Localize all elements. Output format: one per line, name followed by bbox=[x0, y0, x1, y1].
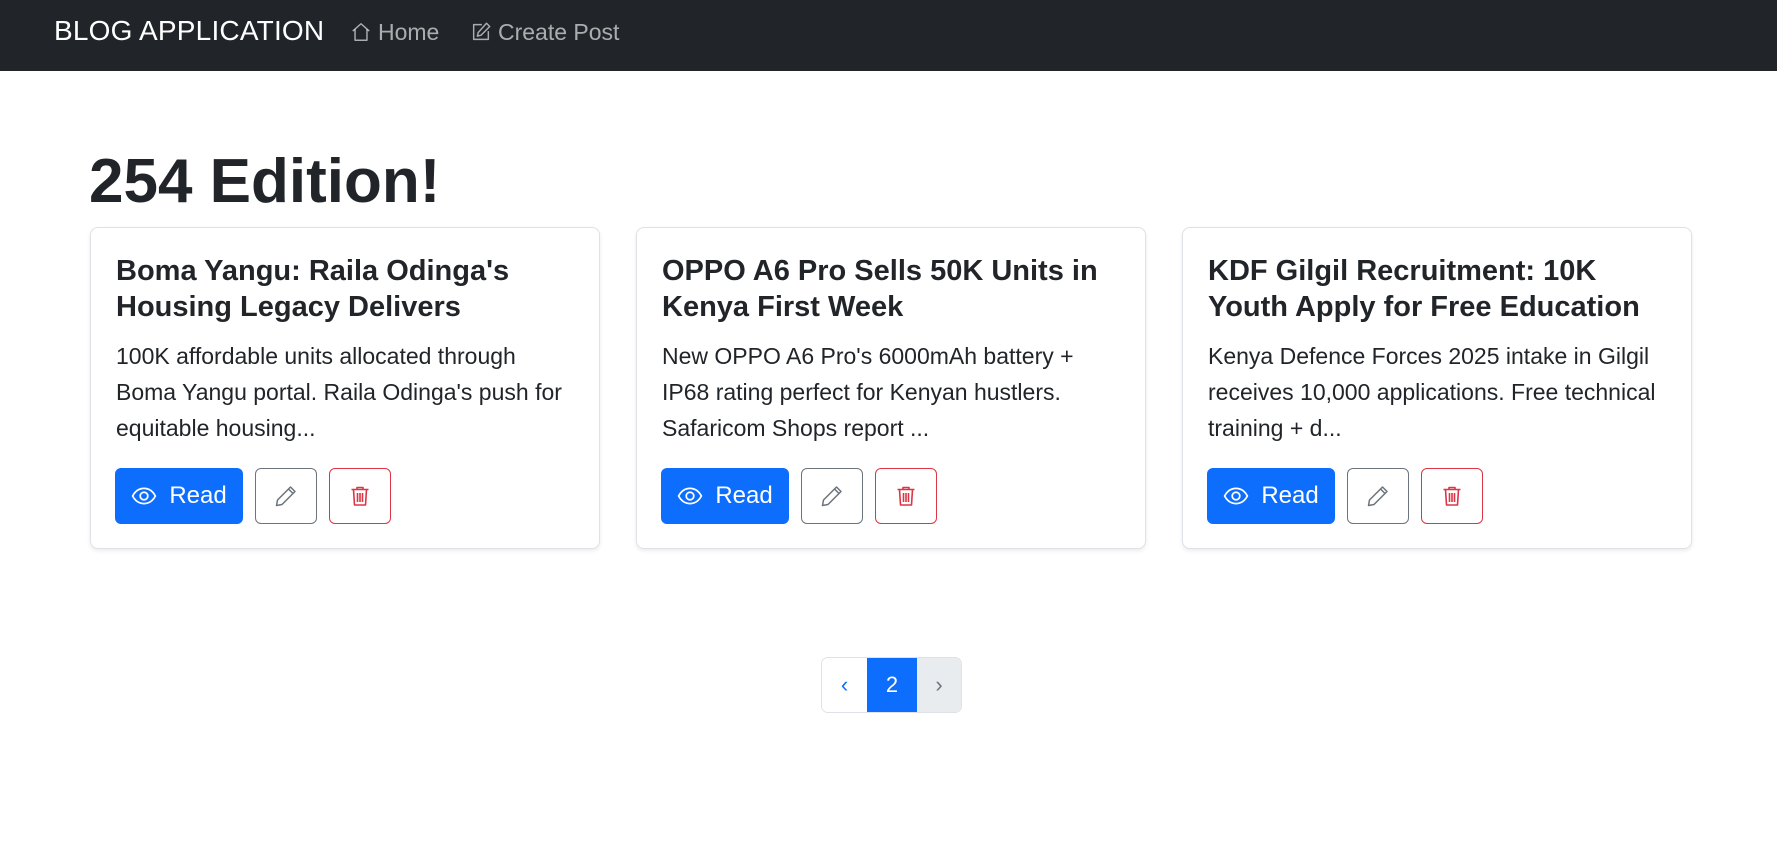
nav-link-home[interactable]: Home bbox=[350, 17, 439, 47]
read-button[interactable]: Read bbox=[1207, 468, 1335, 524]
pencil-square-icon bbox=[472, 22, 491, 41]
top-navbar: BLOG APPLICATION Home Create Post bbox=[0, 0, 1777, 71]
nav-link-create-post-label: Create Post bbox=[498, 19, 620, 45]
navbar-brand[interactable]: BLOG APPLICATION bbox=[54, 14, 324, 48]
read-button-label: Read bbox=[715, 482, 773, 509]
nav-link-home-label: Home bbox=[378, 19, 440, 45]
page-title: 254 Edition! bbox=[89, 147, 441, 216]
post-card: KDF Gilgil Recruitment: 10K Youth Apply … bbox=[1182, 227, 1692, 549]
read-button-label: Read bbox=[1261, 482, 1319, 509]
nav-link-create-post[interactable]: Create Post bbox=[470, 17, 619, 47]
house-icon bbox=[352, 23, 370, 41]
post-excerpt: 100K affordable units allocated through … bbox=[116, 343, 562, 441]
pagination-prev-button[interactable]: ‹ bbox=[822, 658, 867, 712]
read-button[interactable]: Read bbox=[115, 468, 243, 524]
eye-icon bbox=[131, 487, 157, 505]
post-excerpt: New OPPO A6 Pro's 6000mAh battery + IP68… bbox=[662, 343, 1074, 441]
pagination-next-button[interactable]: › bbox=[917, 658, 961, 712]
post-card: OPPO A6 Pro Sells 50K Units in Kenya Fir… bbox=[636, 227, 1146, 549]
post-title: KDF Gilgil Recruitment: 10K Youth Apply … bbox=[1208, 255, 1640, 323]
read-button-label: Read bbox=[169, 482, 227, 509]
edit-button[interactable] bbox=[801, 468, 863, 524]
trash-icon bbox=[351, 486, 369, 506]
delete-button[interactable] bbox=[875, 468, 937, 524]
eye-icon bbox=[677, 487, 703, 505]
post-card: Boma Yangu: Raila Odinga's Housing Legac… bbox=[90, 227, 600, 549]
post-title: OPPO A6 Pro Sells 50K Units in Kenya Fir… bbox=[662, 255, 1098, 323]
trash-icon bbox=[1443, 486, 1461, 506]
trash-icon bbox=[897, 486, 915, 506]
pagination: ‹ 2 › bbox=[821, 657, 962, 713]
pencil-icon bbox=[1367, 486, 1388, 507]
delete-button[interactable] bbox=[1421, 468, 1483, 524]
post-excerpt: Kenya Defence Forces 2025 intake in Gilg… bbox=[1208, 343, 1656, 441]
edit-button[interactable] bbox=[255, 468, 317, 524]
pencil-icon bbox=[275, 486, 296, 507]
eye-icon bbox=[1223, 487, 1249, 505]
pagination-page-current[interactable]: 2 bbox=[867, 658, 917, 712]
pencil-icon bbox=[821, 486, 842, 507]
read-button[interactable]: Read bbox=[661, 468, 789, 524]
edit-button[interactable] bbox=[1347, 468, 1409, 524]
post-title: Boma Yangu: Raila Odinga's Housing Legac… bbox=[116, 255, 510, 323]
delete-button[interactable] bbox=[329, 468, 391, 524]
